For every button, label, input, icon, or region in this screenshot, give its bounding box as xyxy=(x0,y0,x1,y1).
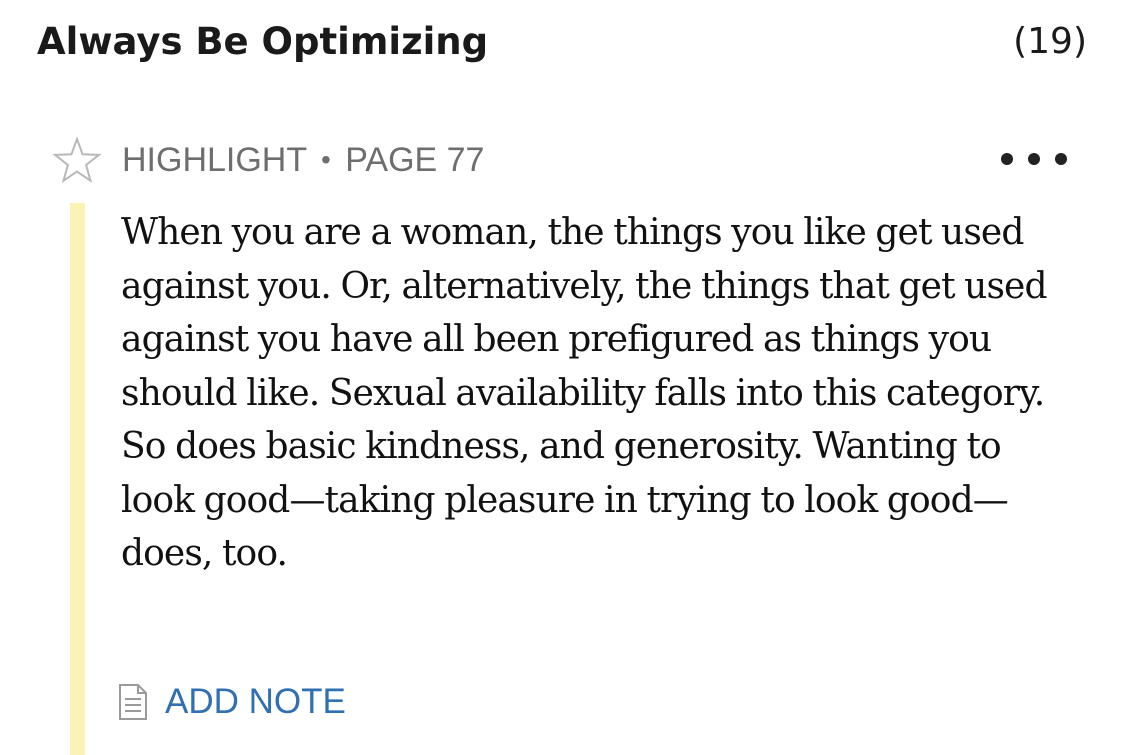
note-icon xyxy=(119,684,147,720)
section-title: Always Be Optimizing xyxy=(37,20,489,63)
star-icon[interactable] xyxy=(52,136,102,186)
meta-separator: • xyxy=(320,144,331,175)
highlight-color-bar xyxy=(70,203,85,755)
highlight-text[interactable]: When you are a woman, the things you lik… xyxy=(121,206,1081,581)
header: Always Be Optimizing (19) xyxy=(0,0,1125,90)
add-note-button[interactable]: ADD NOTE xyxy=(118,680,346,724)
highlight-meta: HIGHLIGHT • PAGE 77 xyxy=(122,139,484,181)
highlight-type-label: HIGHLIGHT xyxy=(122,141,307,179)
page-label: PAGE 77 xyxy=(345,141,485,179)
add-note-label: ADD NOTE xyxy=(165,682,346,721)
more-options-icon[interactable] xyxy=(1001,148,1067,170)
highlight-count: (19) xyxy=(1013,21,1087,62)
